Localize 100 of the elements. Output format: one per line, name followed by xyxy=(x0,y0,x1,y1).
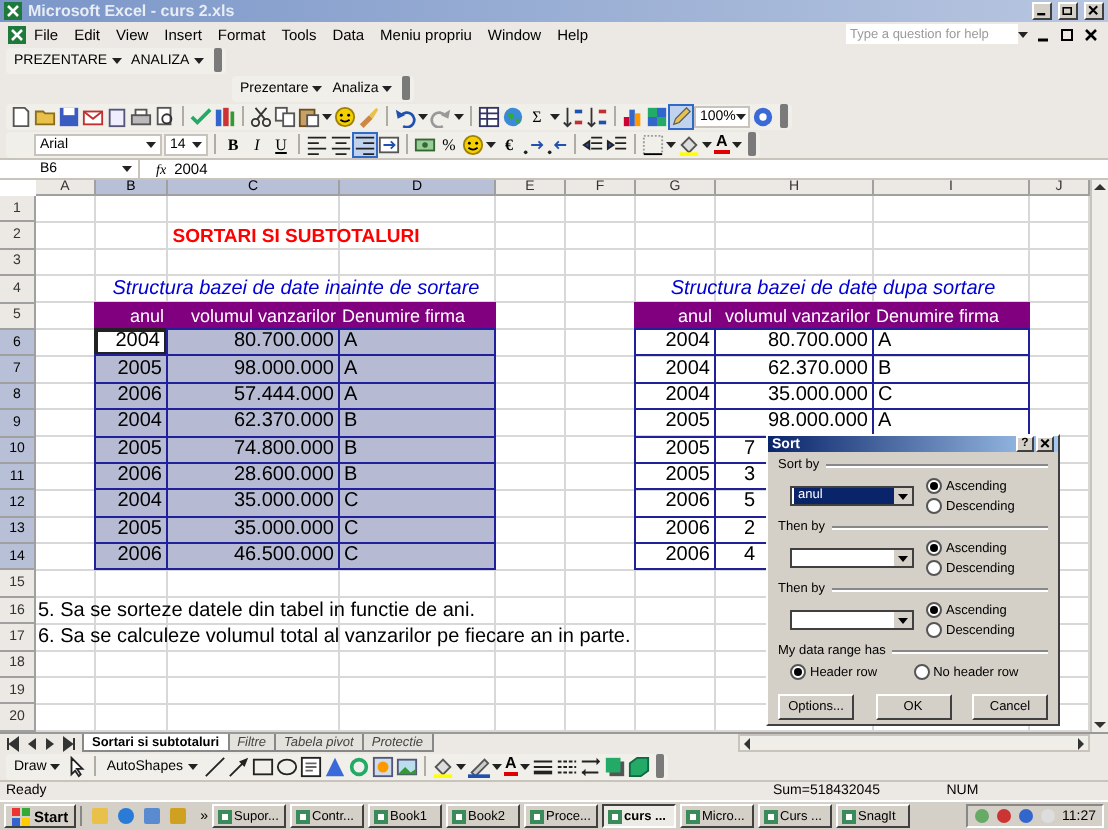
clipboard-icon[interactable] xyxy=(298,105,320,127)
help-icon[interactable] xyxy=(752,105,774,127)
caret-icon[interactable] xyxy=(1018,31,1028,37)
toolbar-grip[interactable] xyxy=(656,754,665,778)
table-cell: 2004 xyxy=(94,408,168,438)
caret-icon xyxy=(312,85,323,91)
app-icon xyxy=(842,809,856,823)
fill-color-icon[interactable] xyxy=(431,755,453,777)
toolbar-grip[interactable] xyxy=(213,48,222,72)
radio-icon[interactable] xyxy=(926,622,942,638)
envelope-icon[interactable] xyxy=(82,105,104,127)
text-box-icon[interactable] xyxy=(299,755,321,777)
radio-icon[interactable] xyxy=(926,602,942,618)
radio-icon[interactable] xyxy=(926,560,942,576)
merge-cells-icon[interactable] xyxy=(378,133,400,155)
printer-icon[interactable] xyxy=(130,105,152,127)
toolbar-grip[interactable] xyxy=(402,76,411,100)
close-icon[interactable] xyxy=(1082,25,1100,43)
toolbar-grip[interactable] xyxy=(780,104,788,128)
oval-icon[interactable] xyxy=(275,755,297,777)
restore-icon[interactable] xyxy=(1058,25,1076,43)
line-style-icon[interactable] xyxy=(532,755,555,777)
caret-icon[interactable] xyxy=(454,113,464,119)
rectangle-icon[interactable] xyxy=(251,755,273,777)
bar-chart-icon[interactable] xyxy=(622,105,644,127)
fill-color-icon[interactable] xyxy=(678,133,700,155)
radio-icon[interactable] xyxy=(790,664,806,680)
table-icon[interactable] xyxy=(478,105,500,127)
scroll-right-icon[interactable] xyxy=(1074,735,1088,751)
currency-icon[interactable] xyxy=(414,133,436,155)
font-color-button[interactable]: A xyxy=(503,756,519,776)
dropdown-arrow-icon[interactable] xyxy=(894,488,912,504)
radio-icon[interactable] xyxy=(926,478,942,494)
borders-icon[interactable] xyxy=(642,133,664,155)
sort-ascending-icon[interactable] xyxy=(562,105,584,127)
undo-icon[interactable] xyxy=(394,105,416,127)
radio-icon[interactable] xyxy=(926,498,942,514)
align-center-icon[interactable] xyxy=(330,133,352,155)
dropdown-arrow-icon[interactable] xyxy=(894,550,912,566)
radio-icon[interactable] xyxy=(913,664,930,680)
table-cell: A xyxy=(872,327,1030,357)
vertical-scrollbar[interactable] xyxy=(1090,180,1108,732)
smiley-icon[interactable] xyxy=(334,105,356,127)
bold-button[interactable]: B xyxy=(222,135,244,153)
scroll-left-icon[interactable] xyxy=(740,735,754,751)
table-cell: C xyxy=(338,488,496,518)
caret-icon[interactable] xyxy=(322,113,332,119)
autosum-button[interactable]: Σ xyxy=(526,107,548,125)
arrow-style-icon[interactable] xyxy=(580,755,603,777)
increase-indent-icon[interactable] xyxy=(606,133,628,155)
diagram-icon[interactable] xyxy=(347,755,369,777)
tiles-icon[interactable] xyxy=(646,105,668,127)
copy-icon[interactable] xyxy=(274,105,296,127)
align-right-icon[interactable] xyxy=(354,133,376,155)
font-color-button[interactable]: A xyxy=(714,134,730,154)
caret-icon[interactable] xyxy=(455,763,465,769)
caret-icon[interactable] xyxy=(486,141,496,147)
underline-button[interactable]: U xyxy=(270,135,292,153)
caret-icon[interactable] xyxy=(666,141,676,147)
last-sheet-icon[interactable] xyxy=(60,735,76,751)
caret-icon[interactable] xyxy=(702,141,712,147)
browser-icon[interactable] xyxy=(116,806,137,826)
radio-icon[interactable] xyxy=(926,540,942,556)
dropdown-field[interactable] xyxy=(790,610,914,630)
caret-icon[interactable] xyxy=(491,763,501,769)
first-sheet-icon[interactable] xyxy=(6,735,22,751)
caret-icon[interactable] xyxy=(520,763,531,769)
horizontal-scrollbar[interactable] xyxy=(738,734,1090,752)
dropdown-field[interactable] xyxy=(790,548,914,568)
caret-icon xyxy=(50,763,61,769)
decrease-indent-icon[interactable] xyxy=(582,133,604,155)
align-left-icon[interactable] xyxy=(306,133,328,155)
arrow-icon[interactable] xyxy=(227,755,249,777)
percent-button[interactable]: % xyxy=(438,135,460,153)
caret-icon[interactable] xyxy=(731,141,742,147)
italic-button[interactable]: I xyxy=(246,135,268,153)
shadow-icon[interactable] xyxy=(604,755,627,777)
checkmark-icon[interactable] xyxy=(190,105,212,127)
caret-icon[interactable] xyxy=(550,113,560,119)
line-color-icon[interactable] xyxy=(467,755,489,777)
caret-icon[interactable] xyxy=(418,113,428,119)
document-icon[interactable] xyxy=(106,105,128,127)
cursor-icon[interactable] xyxy=(66,755,89,777)
dash-style-icon[interactable] xyxy=(556,755,579,777)
clip-art-icon[interactable] xyxy=(371,755,393,777)
smiley-icon[interactable] xyxy=(462,133,484,155)
euro-button[interactable]: € xyxy=(498,135,520,153)
minimize-icon[interactable] xyxy=(1032,2,1052,20)
scissors-icon[interactable] xyxy=(250,105,272,127)
image-icon[interactable] xyxy=(395,755,417,777)
books-icon[interactable] xyxy=(214,105,236,127)
toolbar-grip[interactable] xyxy=(747,132,756,156)
line-icon[interactable] xyxy=(203,755,225,777)
folder-icon[interactable] xyxy=(34,105,56,127)
print-preview-icon[interactable] xyxy=(154,105,176,127)
sort-descending-icon[interactable] xyxy=(586,105,608,127)
document-icon[interactable] xyxy=(10,105,32,127)
table-cell: 2004 xyxy=(634,354,716,384)
dropdown-arrow-icon[interactable] xyxy=(894,612,912,628)
pencil-icon[interactable] xyxy=(670,105,692,127)
